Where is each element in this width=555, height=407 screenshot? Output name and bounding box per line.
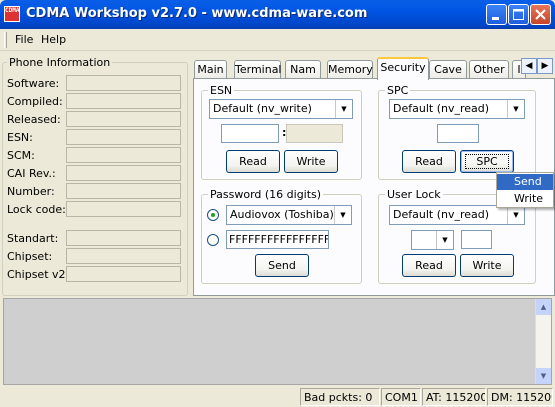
phone-information-legend: Phone Information: [7, 56, 113, 69]
status-bad-packets: Bad pckts: 0: [300, 388, 380, 406]
spc-button[interactable]: SPC: [460, 150, 514, 173]
tab-cave[interactable]: Cave: [429, 60, 467, 79]
menu-file[interactable]: File: [15, 33, 33, 46]
password-send-button[interactable]: Send: [255, 254, 309, 277]
password-custom-radio[interactable]: [207, 234, 219, 246]
chevron-down-icon[interactable]: ▼: [507, 100, 524, 118]
minimize-icon: [492, 17, 499, 20]
close-button[interactable]: [530, 4, 551, 25]
menu-grip: [4, 32, 7, 48]
close-icon: [535, 9, 546, 20]
standart-field[interactable]: [66, 230, 181, 246]
scroll-down-icon[interactable]: ▼: [536, 368, 551, 384]
esn-field[interactable]: [66, 129, 181, 145]
esn-legend: ESN: [208, 84, 235, 97]
user-lock-input[interactable]: [461, 230, 492, 249]
spc-input[interactable]: [437, 124, 479, 143]
tab-strip: Main Terminal Nam Memory Security Cave O…: [191, 57, 555, 80]
spc-mode-value: Default (nv_read): [393, 102, 490, 115]
popup-item-send[interactable]: Send: [497, 174, 553, 190]
tab-terminal[interactable]: Terminal: [234, 60, 282, 79]
cai-rev-field[interactable]: [66, 165, 181, 181]
user-lock-small-select[interactable]: ▼: [411, 230, 454, 250]
chipset-label: Chipset:: [7, 250, 53, 263]
chevron-down-icon[interactable]: ▼: [436, 231, 453, 249]
log-scrollbar[interactable]: ▲ ▼: [535, 299, 551, 384]
tab-nam[interactable]: Nam: [285, 60, 321, 79]
compiled-field[interactable]: [66, 93, 181, 109]
status-bar: Bad pckts: 0 COM1 AT: 115200 DM: 115200: [0, 386, 555, 407]
password-preset-select[interactable]: Audiovox (Toshiba) ▼: [226, 205, 352, 225]
chevron-down-icon[interactable]: ▼: [335, 100, 352, 118]
chipset-field[interactable]: [66, 248, 181, 264]
lock-code-field[interactable]: [66, 201, 181, 217]
spc-popup-menu: Send Write: [496, 172, 554, 208]
released-label: Released:: [7, 113, 61, 126]
scm-label: SCM:: [7, 149, 35, 162]
chevron-down-icon[interactable]: ▼: [334, 206, 351, 224]
password-preset-value: Audiovox (Toshiba): [230, 208, 334, 221]
log-area[interactable]: ▲ ▼: [3, 298, 552, 385]
status-at-baud: AT: 115200: [422, 388, 486, 406]
compiled-label: Compiled:: [7, 95, 63, 108]
esn-input-2[interactable]: [286, 124, 343, 143]
user-lock-legend: User Lock: [385, 188, 443, 201]
esn-read-button[interactable]: Read: [226, 150, 280, 173]
tab-main[interactable]: Main: [194, 60, 227, 79]
esn-label: ESN:: [7, 131, 33, 144]
radio-selected-dot: [211, 213, 215, 217]
user-lock-write-button[interactable]: Write: [460, 254, 514, 277]
app-icon-text: CDMA: [5, 7, 20, 14]
user-lock-mode-value: Default (nv_read): [393, 208, 490, 221]
esn-input-1[interactable]: [221, 124, 279, 143]
released-field[interactable]: [66, 111, 181, 127]
tab-other[interactable]: Other: [469, 60, 509, 79]
window-title: CDMA Workshop v2.7.0 - www.cdma-ware.com: [26, 6, 368, 21]
main-window: CDMA CDMA Workshop v2.7.0 - www.cdma-war…: [0, 0, 555, 407]
tab-memory[interactable]: Memory: [327, 60, 373, 79]
chipset-v2-field[interactable]: [66, 266, 181, 282]
popup-item-write[interactable]: Write: [497, 191, 553, 207]
chipset-v2-label: Chipset v2:: [7, 268, 70, 281]
spc-button-label: SPC: [465, 154, 509, 169]
number-label: Number:: [7, 185, 55, 198]
tab-scroll-left-icon[interactable]: ◀: [521, 58, 537, 74]
spc-read-button[interactable]: Read: [402, 150, 456, 173]
spc-legend: SPC: [385, 84, 411, 97]
password-custom-input[interactable]: FFFFFFFFFFFFFFFF: [226, 230, 329, 249]
status-port: COM1: [381, 388, 421, 406]
chevron-down-icon[interactable]: ▼: [507, 206, 524, 224]
standart-label: Standart:: [7, 232, 59, 245]
scm-field[interactable]: [66, 147, 181, 163]
lock-code-label: Lock code:: [7, 203, 66, 216]
minimize-button[interactable]: [486, 4, 507, 25]
app-icon[interactable]: CDMA: [4, 6, 20, 22]
cai-rev-label: CAI Rev.:: [7, 167, 56, 180]
tab-scroll-right-icon[interactable]: ▶: [537, 58, 553, 74]
password-preset-radio[interactable]: [207, 209, 219, 221]
software-field[interactable]: [66, 75, 181, 91]
user-lock-mode-select[interactable]: Default (nv_read) ▼: [389, 205, 525, 225]
esn-write-button[interactable]: Write: [284, 150, 338, 173]
menu-help[interactable]: Help: [41, 33, 66, 46]
scroll-up-icon[interactable]: ▲: [536, 299, 551, 315]
title-bar[interactable]: CDMA CDMA Workshop v2.7.0 - www.cdma-war…: [0, 0, 555, 29]
menu-bar: File Help: [0, 29, 555, 51]
number-field[interactable]: [66, 183, 181, 199]
esn-mode-value: Default (nv_write): [213, 102, 312, 115]
maximize-icon: [513, 9, 524, 20]
tab-security[interactable]: Security: [377, 57, 429, 80]
maximize-button[interactable]: [508, 4, 529, 25]
password-legend: Password (16 digits): [208, 188, 324, 201]
software-label: Software:: [7, 77, 60, 90]
esn-mode-select[interactable]: Default (nv_write) ▼: [209, 99, 353, 119]
spc-mode-select[interactable]: Default (nv_read) ▼: [389, 99, 525, 119]
status-dm-baud: DM: 115200: [487, 388, 553, 406]
user-lock-read-button[interactable]: Read: [402, 254, 456, 277]
